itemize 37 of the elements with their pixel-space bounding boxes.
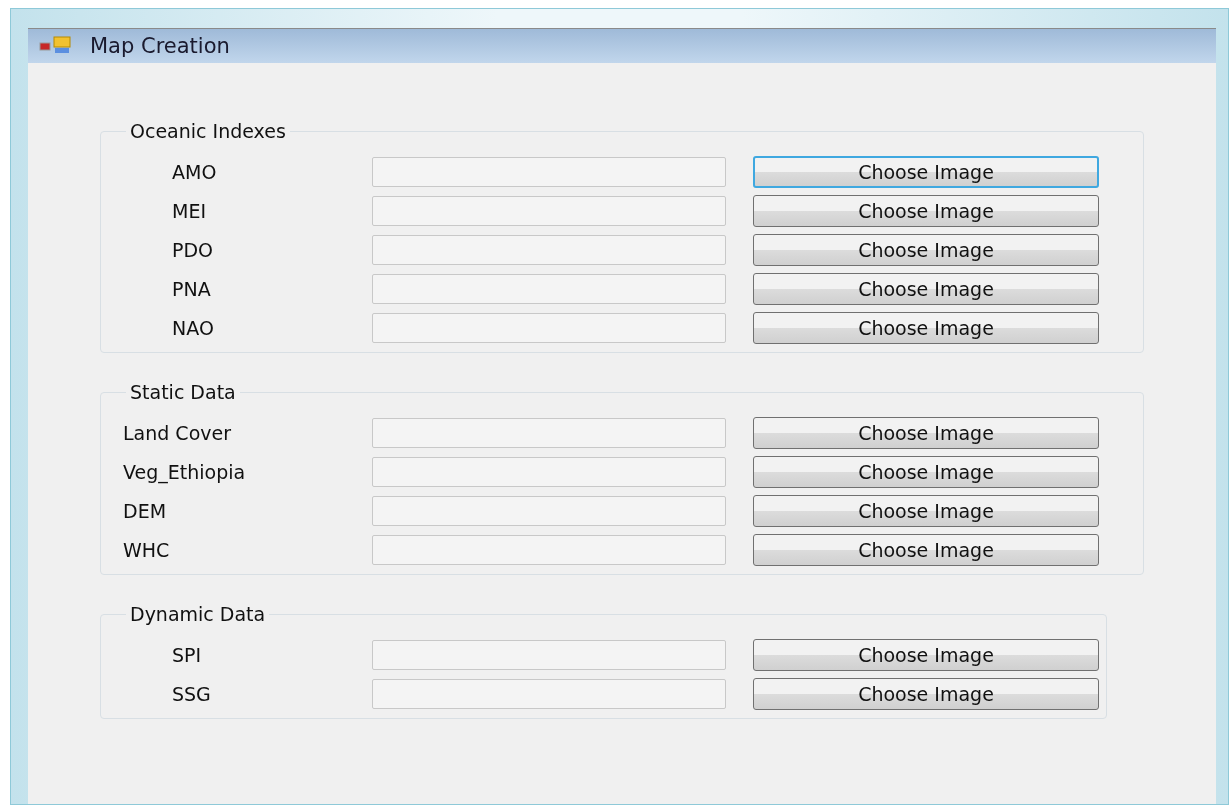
group-title: Static Data <box>129 381 237 403</box>
input-field[interactable] <box>372 313 726 343</box>
choose-image-button[interactable]: Choose Image <box>753 312 1099 344</box>
choose-image-button[interactable]: Choose Image <box>753 495 1099 527</box>
input-field[interactable] <box>372 640 726 670</box>
field-label: PNA <box>171 278 212 300</box>
choose-image-button[interactable]: Choose Image <box>753 678 1099 710</box>
input-field[interactable] <box>372 457 726 487</box>
field-label: Land Cover <box>122 422 232 444</box>
choose-image-button[interactable]: Choose Image <box>753 639 1099 671</box>
choose-image-button[interactable]: Choose Image <box>753 234 1099 266</box>
input-field[interactable] <box>372 235 726 265</box>
input-field[interactable] <box>372 274 726 304</box>
input-field[interactable] <box>372 418 726 448</box>
window-title: Map Creation <box>90 34 230 58</box>
input-field[interactable] <box>372 679 726 709</box>
choose-image-button[interactable]: Choose Image <box>753 156 1099 188</box>
field-label: SSG <box>171 683 212 705</box>
choose-image-button[interactable]: Choose Image <box>753 273 1099 305</box>
field-label: DEM <box>122 500 168 522</box>
input-field[interactable] <box>372 196 726 226</box>
choose-image-button[interactable]: Choose Image <box>753 456 1099 488</box>
input-field[interactable] <box>372 157 726 187</box>
choose-image-button[interactable]: Choose Image <box>753 417 1099 449</box>
input-field[interactable] <box>372 535 726 565</box>
field-label: WHC <box>122 539 171 561</box>
field-label: Veg_Ethiopia <box>122 461 247 483</box>
field-label: MEI <box>171 200 207 222</box>
field-label: SPI <box>171 644 203 666</box>
field-label: AMO <box>171 161 218 183</box>
group-title: Oceanic Indexes <box>129 120 287 142</box>
field-label: PDO <box>171 239 215 261</box>
input-field[interactable] <box>372 496 726 526</box>
group-title: Dynamic Data <box>129 603 267 625</box>
field-label: NAO <box>171 317 215 339</box>
choose-image-button[interactable]: Choose Image <box>753 534 1099 566</box>
choose-image-button[interactable]: Choose Image <box>753 195 1099 227</box>
